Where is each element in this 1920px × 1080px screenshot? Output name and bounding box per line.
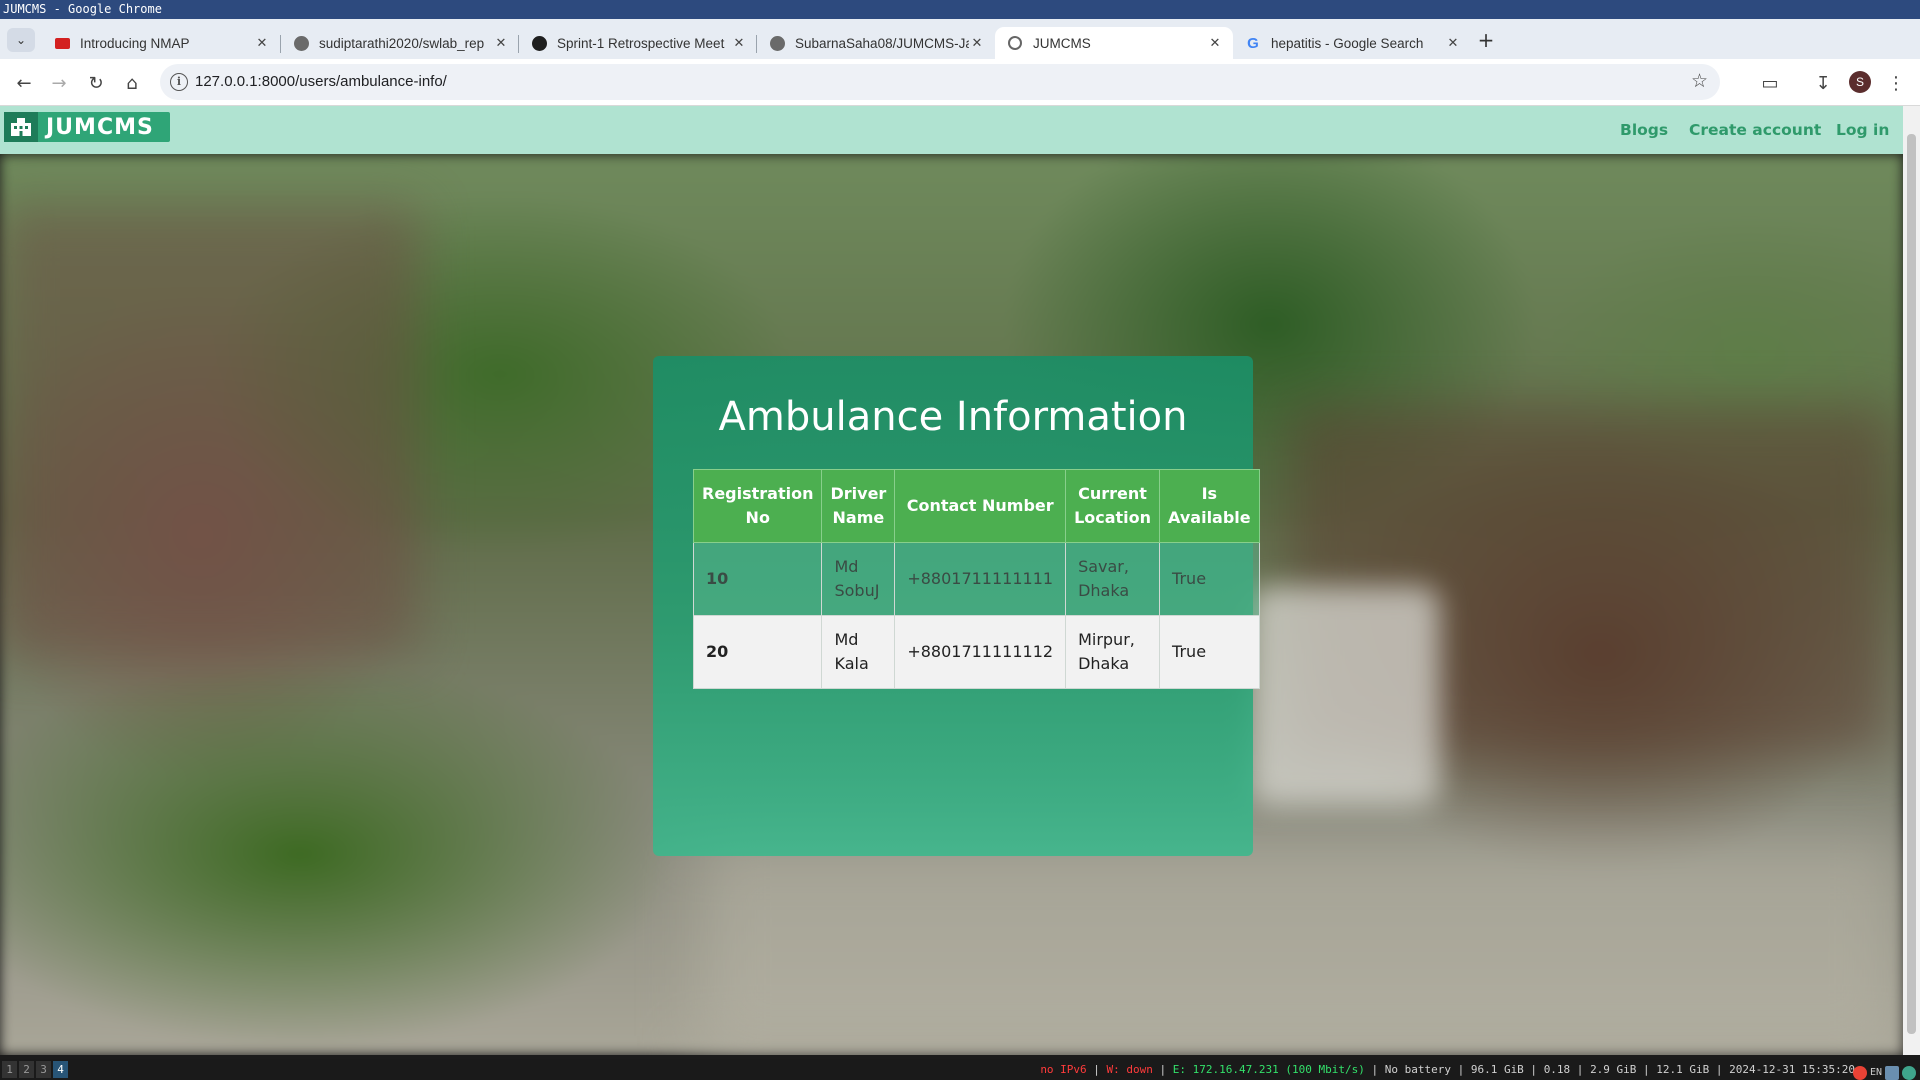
- tab-title: SubarnaSaha08/JUMCMS-Ja: [795, 35, 969, 51]
- back-icon[interactable]: ←: [11, 70, 37, 96]
- extensions-icon[interactable]: ▭: [1757, 70, 1783, 96]
- workspace-1[interactable]: 1: [2, 1061, 17, 1078]
- background-road: [700, 836, 1900, 1055]
- chrome-tray-icon[interactable]: [1852, 1065, 1867, 1080]
- nav-login[interactable]: Log in: [1836, 106, 1889, 154]
- address-bar[interactable]: i 127.0.0.1:8000/users/ambulance-info/ ☆: [160, 64, 1720, 100]
- bookmark-star-icon[interactable]: ☆: [1691, 70, 1708, 92]
- reload-icon[interactable]: ↻: [83, 70, 109, 96]
- workspace-3[interactable]: 3: [36, 1061, 51, 1078]
- nav-create-account[interactable]: Create account: [1689, 106, 1821, 154]
- new-tab-icon[interactable]: +: [1472, 27, 1500, 55]
- github-icon: [293, 35, 309, 51]
- memory-free: 12.1 GiB: [1656, 1063, 1710, 1076]
- system-tray: EN: [1852, 1062, 1916, 1080]
- close-tab-icon[interactable]: ✕: [254, 35, 270, 51]
- hospital-icon: [4, 112, 38, 142]
- logo-text: JUMCMS: [46, 114, 154, 140]
- forward-icon[interactable]: →: [46, 70, 72, 96]
- column-header: Registration No: [692, 469, 823, 543]
- column-header: Current Location: [1065, 469, 1161, 543]
- wifi-status: W: down: [1106, 1063, 1153, 1076]
- tab-search-icon[interactable]: ⌄: [7, 28, 35, 52]
- cell-is-available: True: [1159, 542, 1260, 616]
- window-title: JUMCMS - Google Chrome: [0, 0, 1920, 19]
- scrollbar-thumb[interactable]: [1907, 134, 1916, 1034]
- page-viewport: JUMCMS Blogs Create account Log in Ambul…: [0, 106, 1920, 1055]
- load-status: 0.18: [1543, 1063, 1571, 1076]
- close-tab-icon[interactable]: ✕: [493, 35, 509, 51]
- google-icon: G: [1247, 34, 1259, 52]
- page-scrollbar[interactable]: [1903, 106, 1920, 1055]
- battery-status: No battery: [1384, 1063, 1451, 1076]
- globe-icon: [1007, 35, 1023, 51]
- table-row: 10 Md SobuJ +8801711111111 Savar, Dhaka …: [692, 542, 1260, 616]
- column-header: Contact Number: [894, 469, 1067, 543]
- disk-status: 96.1 GiB: [1470, 1063, 1524, 1076]
- table-row: 20 Md Kala +8801711111112 Mirpur, Dhaka …: [692, 615, 1260, 689]
- tab-title: JUMCMS: [1033, 35, 1091, 51]
- site-navbar: JUMCMS Blogs Create account Log in: [0, 106, 1903, 154]
- network-tray-icon[interactable]: [1902, 1065, 1916, 1080]
- background-building-left: [0, 206, 420, 656]
- ipv6-status: no IPv6: [1040, 1063, 1087, 1076]
- cell-reg-no: 20: [692, 615, 823, 689]
- cell-contact-number: +8801711111111: [894, 542, 1067, 616]
- page-title: Ambulance Information: [718, 394, 1188, 440]
- site-info-icon[interactable]: i: [170, 73, 188, 91]
- browser-toolbar: ← → ↻ ⌂ i 127.0.0.1:8000/users/ambulance…: [0, 59, 1920, 106]
- workspace-4[interactable]: 4: [53, 1061, 68, 1078]
- tab-sprint-retrospective[interactable]: Sprint-1 Retrospective Meet ✕: [519, 27, 757, 59]
- status-info: no IPv6 | W: down | E: 172.16.47.231 (10…: [1040, 1063, 1855, 1076]
- github-icon: [769, 35, 785, 51]
- github-icon: [531, 35, 547, 51]
- download-icon[interactable]: ↧: [1810, 70, 1836, 96]
- menu-kebab-icon[interactable]: ⋮: [1883, 70, 1909, 96]
- background-vehicle: [1250, 586, 1440, 806]
- system-status-bar: 1 2 3 4 no IPv6 | W: down | E: 172.16.47…: [0, 1059, 1920, 1080]
- tab-jumcms-active[interactable]: JUMCMS ✕: [995, 27, 1233, 59]
- keyboard-layout[interactable]: EN: [1870, 1062, 1882, 1080]
- cell-current-location: Mirpur, Dhaka: [1065, 615, 1161, 689]
- display-tray-icon[interactable]: [1885, 1065, 1899, 1080]
- column-header: Is Available: [1159, 469, 1260, 543]
- ambulance-info-card: Ambulance Information Registration No Dr…: [653, 356, 1260, 856]
- datetime: 2024-12-31 15:35:20: [1729, 1063, 1855, 1076]
- workspace-2[interactable]: 2: [19, 1061, 34, 1078]
- tab-jumcms-repo[interactable]: SubarnaSaha08/JUMCMS-Ja ✕: [757, 27, 995, 59]
- cell-reg-no: 10: [692, 542, 823, 616]
- cell-current-location: Savar, Dhaka: [1065, 542, 1161, 616]
- tab-hepatitis-search[interactable]: G hepatitis - Google Search ✕: [1233, 27, 1471, 59]
- column-header: Driver Name: [821, 469, 896, 543]
- memory-used: 2.9 GiB: [1590, 1063, 1637, 1076]
- cell-driver-name: Md SobuJ: [821, 542, 896, 616]
- cell-is-available: True: [1159, 615, 1260, 689]
- cell-driver-name: Md Kala: [821, 615, 896, 689]
- url-text[interactable]: 127.0.0.1:8000/users/ambulance-info/: [195, 64, 447, 100]
- tab-title: Introducing NMAP: [80, 35, 190, 51]
- tab-swlab-repo[interactable]: sudiptarathi2020/swlab_rep ✕: [281, 27, 519, 59]
- nmap-icon: [54, 35, 70, 51]
- tab-title: Sprint-1 Retrospective Meet: [557, 35, 725, 51]
- ambulance-table: Registration No Driver Name Contact Numb…: [692, 469, 1260, 689]
- close-tab-icon[interactable]: ✕: [1445, 35, 1461, 51]
- home-icon[interactable]: ⌂: [119, 70, 145, 96]
- ethernet-status: E: 172.16.47.231 (100 Mbit/s): [1172, 1063, 1365, 1076]
- tab-strip: ⌄ Introducing NMAP ✕ sudiptarathi2020/sw…: [0, 19, 1920, 59]
- tab-title: hepatitis - Google Search: [1271, 35, 1424, 51]
- tab-introducing-nmap[interactable]: Introducing NMAP ✕: [42, 27, 280, 59]
- close-tab-icon[interactable]: ✕: [1207, 35, 1223, 51]
- site-logo[interactable]: JUMCMS: [4, 112, 170, 142]
- close-tab-icon[interactable]: ✕: [731, 35, 747, 51]
- close-tab-icon[interactable]: ✕: [969, 35, 985, 51]
- profile-avatar[interactable]: S: [1849, 71, 1871, 93]
- tab-title: sudiptarathi2020/swlab_rep: [319, 35, 485, 51]
- cell-contact-number: +8801711111112: [894, 615, 1067, 689]
- nav-blogs[interactable]: Blogs: [1620, 106, 1668, 154]
